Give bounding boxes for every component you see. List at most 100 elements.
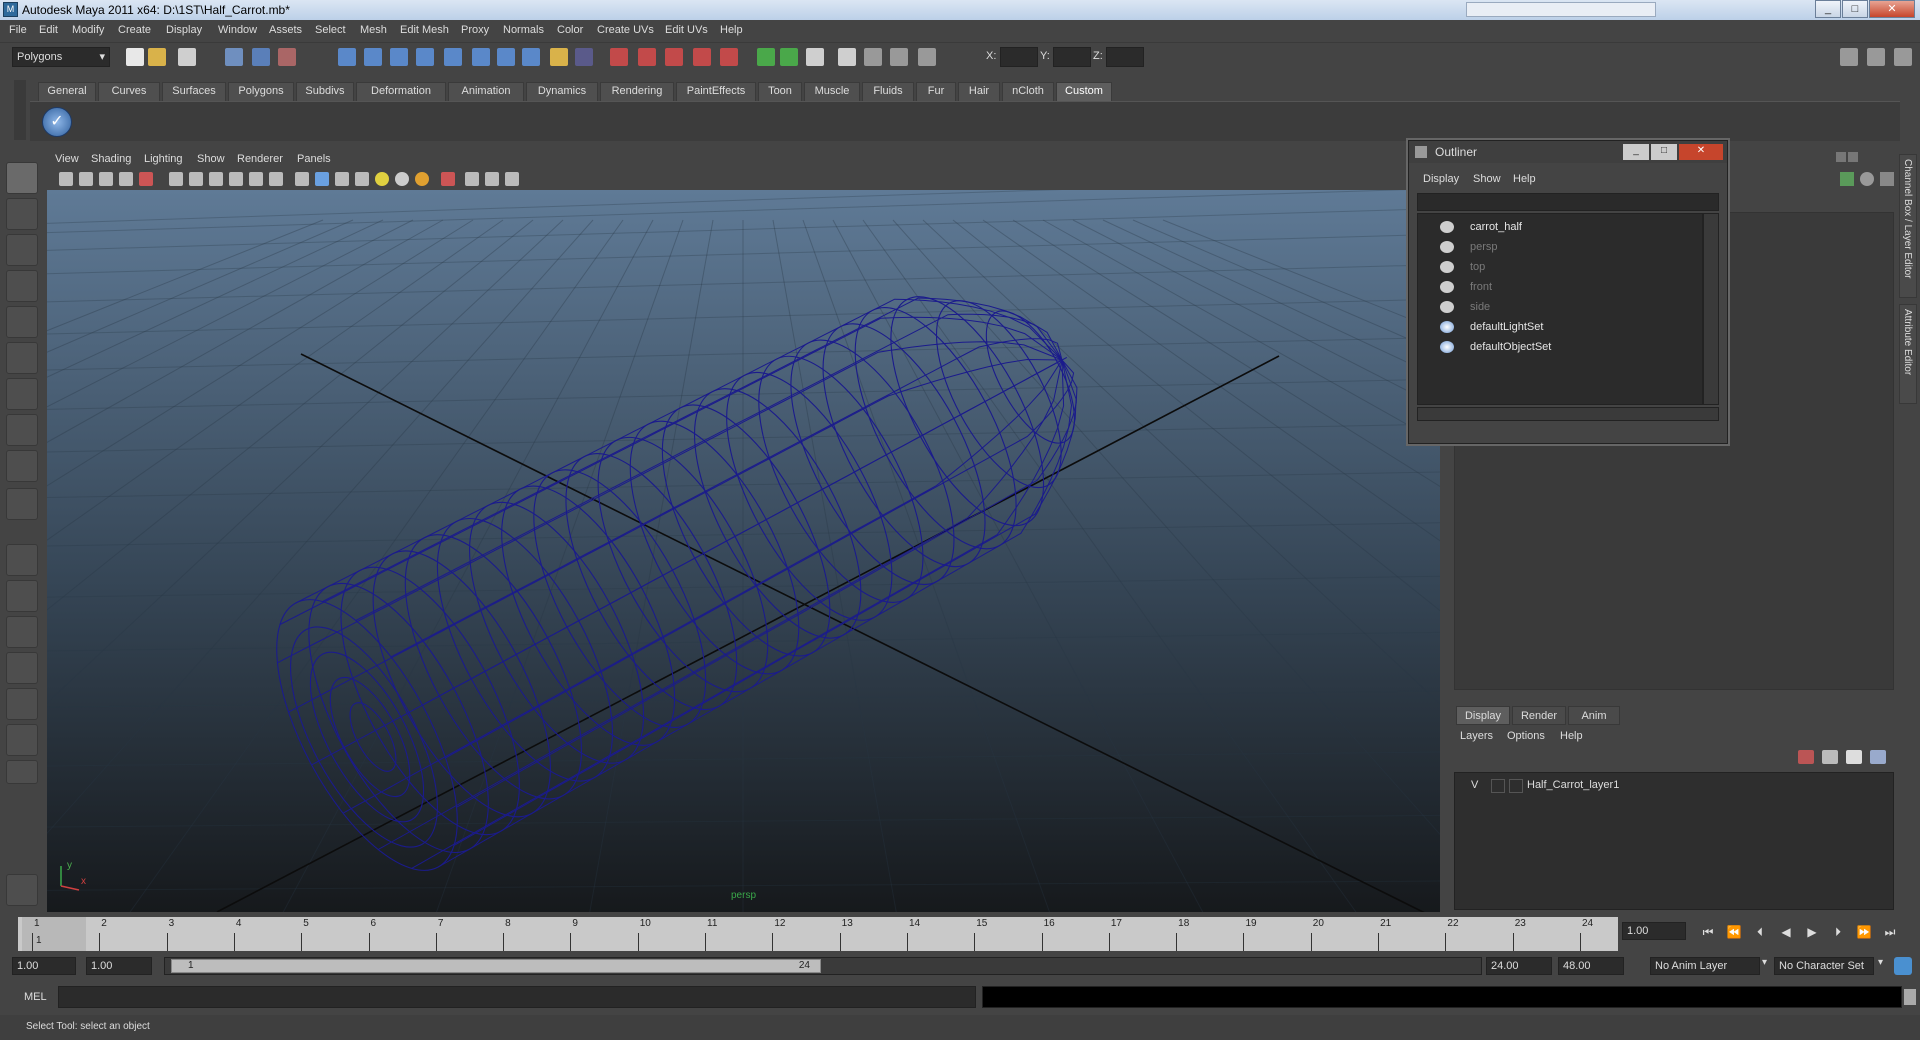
tab-toon[interactable]: Toon — [758, 82, 802, 101]
snap-magnet-icon[interactable] — [638, 48, 656, 66]
layer-menu-layers[interactable]: Layers — [1460, 730, 1493, 742]
select-hierarchy-icon[interactable] — [225, 48, 243, 66]
tab-painteffects[interactable]: PaintEffects — [676, 82, 756, 101]
input-output-icon[interactable] — [575, 48, 593, 66]
tab-polygons[interactable]: Polygons — [228, 82, 294, 101]
script-editor-button[interactable] — [1904, 989, 1916, 1005]
graph-layout-icon[interactable] — [6, 652, 38, 684]
snap-surface-icon[interactable] — [444, 48, 462, 66]
layer-visibility-toggle[interactable]: V — [1471, 779, 1478, 791]
step-back-key-icon[interactable]: ⏪ — [1726, 924, 1742, 940]
layer-menu-options[interactable]: Options — [1507, 730, 1545, 742]
menu-proxy[interactable]: Proxy — [461, 24, 489, 36]
construction-icon[interactable] — [497, 48, 515, 66]
scale-tool-icon[interactable] — [6, 342, 38, 374]
menu-mesh[interactable]: Mesh — [360, 24, 387, 36]
render-view-icon[interactable] — [757, 48, 775, 66]
snap-point-icon[interactable] — [390, 48, 408, 66]
script-editor-icon[interactable] — [6, 874, 38, 906]
single-view-layout-icon[interactable] — [6, 544, 38, 576]
go-to-start-icon[interactable]: ⏮ — [1700, 924, 1716, 940]
layer-color-swatch[interactable] — [1509, 779, 1523, 793]
paint-select-tool-icon[interactable] — [6, 234, 38, 266]
menu-help[interactable]: Help — [720, 24, 743, 36]
outliner-title-bar[interactable]: Outliner _ □ ✕ — [1409, 141, 1727, 163]
new-empty-layer-icon[interactable] — [1822, 750, 1838, 764]
select-component-icon[interactable] — [278, 48, 296, 66]
character-set-dropdown[interactable]: No Character Set — [1774, 957, 1874, 975]
render-frame-icon[interactable] — [780, 48, 798, 66]
lock-icon[interactable] — [550, 48, 568, 66]
field-chart-icon[interactable] — [229, 172, 243, 186]
viewport-menu-lighting[interactable]: Lighting — [144, 153, 183, 165]
minimize-button[interactable]: _ — [1815, 0, 1841, 18]
four-view-layout-icon[interactable] — [6, 580, 38, 612]
question-icon[interactable] — [522, 48, 540, 66]
menu-set-dropdown[interactable]: Polygons ▾ — [12, 47, 110, 67]
isolate-select-icon[interactable] — [441, 172, 455, 186]
transform-mode-icon[interactable] — [918, 48, 936, 66]
playback-start-field[interactable]: 1.00 — [86, 957, 152, 975]
step-forward-frame-icon[interactable]: ⏵ — [1830, 924, 1846, 940]
more-layouts-icon[interactable] — [6, 760, 38, 784]
history-icon[interactable] — [472, 48, 490, 66]
outliner-horizontal-scrollbar[interactable] — [1417, 407, 1719, 421]
range-slider-handle[interactable]: 1 24 — [171, 959, 821, 973]
start-time-field[interactable]: 1.00 — [12, 957, 76, 975]
menu-edit[interactable]: Edit — [39, 24, 58, 36]
toggle-channel-box-icon[interactable] — [1894, 48, 1912, 66]
toggle-attribute-editor-icon[interactable] — [1840, 48, 1858, 66]
toggle-tool-settings-icon[interactable] — [1867, 48, 1885, 66]
tab-display[interactable]: Display — [1456, 706, 1510, 725]
snap-curve-icon[interactable] — [364, 48, 382, 66]
tab-custom[interactable]: Custom — [1056, 82, 1112, 101]
range-slider-track[interactable]: 1 24 — [164, 957, 1482, 975]
menu-window[interactable]: Window — [218, 24, 257, 36]
outliner-layout-icon[interactable] — [6, 616, 38, 648]
menu-create-uvs[interactable]: Create UVs — [597, 24, 654, 36]
chevron-down-icon[interactable]: ▾ — [1762, 957, 1767, 968]
show-manipulator-icon[interactable] — [6, 450, 38, 482]
go-to-end-icon[interactable]: ⏭ — [1882, 924, 1898, 940]
camera-attributes-icon[interactable] — [79, 172, 93, 186]
save-scene-icon[interactable] — [178, 48, 196, 66]
help-search-input[interactable] — [1466, 2, 1656, 17]
viewport-menu-view[interactable]: View — [55, 153, 79, 165]
curve-magnet-icon[interactable] — [665, 48, 683, 66]
snap-plane-icon[interactable] — [416, 48, 434, 66]
tab-surfaces[interactable]: Surfaces — [162, 82, 226, 101]
side-tab-attribute-editor[interactable]: Attribute Editor — [1899, 304, 1917, 404]
menu-modify[interactable]: Modify — [72, 24, 104, 36]
side-tab-channel-box[interactable]: Channel Box / Layer Editor — [1899, 154, 1917, 298]
hypershade-icon[interactable] — [864, 48, 882, 66]
tab-curves[interactable]: Curves — [98, 82, 160, 101]
menu-color[interactable]: Color — [557, 24, 583, 36]
y-field[interactable] — [1053, 47, 1091, 67]
shadows-icon[interactable] — [415, 172, 429, 186]
viewport-menu-panels[interactable]: Panels — [297, 153, 331, 165]
timeline-ruler[interactable]: 1 1 2 3 4 5 6 7 8 9 10 11 12 13 14 15 16 17 18 19 20 21 22 23 2… — [18, 917, 1618, 951]
xray-icon[interactable] — [465, 172, 479, 186]
tab-deformation[interactable]: Deformation — [356, 82, 446, 101]
move-tool-icon[interactable] — [6, 270, 38, 302]
chevron-down-icon[interactable]: ▾ — [1878, 957, 1883, 968]
rotate-tool-icon[interactable] — [6, 306, 38, 338]
hypershade-layout-icon[interactable] — [6, 688, 38, 720]
lasso-tool-icon[interactable] — [6, 198, 38, 230]
gate-mask-icon[interactable] — [209, 172, 223, 186]
snap-grid-icon[interactable] — [338, 48, 356, 66]
panel-close-icon[interactable] — [1848, 152, 1858, 162]
step-back-frame-icon[interactable]: ⏴ — [1752, 924, 1768, 940]
current-time-field[interactable]: 1.00 — [1622, 922, 1686, 940]
menu-select[interactable]: Select — [315, 24, 346, 36]
layer-row[interactable]: V Half_Carrot_layer1 — [1459, 777, 1889, 795]
resolution-gate-icon[interactable] — [189, 172, 203, 186]
tab-rendering[interactable]: Rendering — [600, 82, 674, 101]
select-tool-icon[interactable] — [6, 162, 38, 194]
menu-edit-mesh[interactable]: Edit Mesh — [400, 24, 449, 36]
anim-layer-dropdown[interactable]: No Anim Layer — [1650, 957, 1760, 975]
tab-ncloth[interactable]: nCloth — [1002, 82, 1054, 101]
camera-select-icon[interactable] — [59, 172, 73, 186]
maximize-button[interactable]: □ — [1842, 0, 1868, 18]
menu-edit-uvs[interactable]: Edit UVs — [665, 24, 708, 36]
